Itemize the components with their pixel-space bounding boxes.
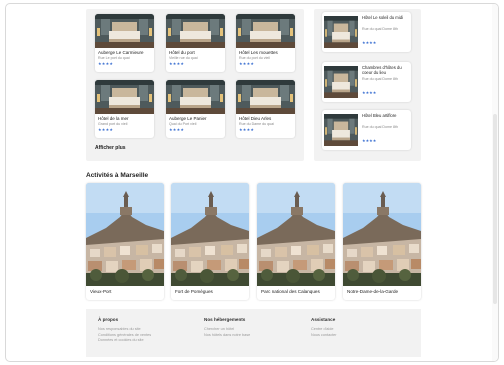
hotel-name: Hôtel du port [169, 50, 195, 55]
hotel-card[interactable]: Hôtel Dieu Arles Rue du Dame du quai ★★★… [236, 80, 295, 138]
hotel-name: Hôtel de la mer [98, 116, 129, 121]
hotel-card[interactable]: Hôtel du port Vieille rue du quai ★★★★ [166, 14, 225, 72]
activity-card[interactable]: Parc national des Calanques [257, 183, 335, 300]
hotel-rating-stars: ★★★★ [98, 61, 114, 66]
activity-card[interactable]: Vieux-Port [86, 183, 164, 300]
hotel-rating-stars: ★★★★ [362, 138, 377, 143]
footer-link[interactable]: Données et cookies du site [98, 338, 151, 344]
hotel-photo [166, 80, 225, 114]
hotel-card[interactable]: Auberge Le Panier Quai du Port vieil ★★★… [166, 80, 225, 138]
hotel-name: Hôtel Les mouettes [239, 50, 278, 55]
hotel-photo [324, 114, 358, 146]
hotel-photo [95, 80, 154, 114]
scrollbar[interactable] [492, 4, 498, 361]
hotel-address: Quai du Port vieil [169, 122, 197, 126]
hotel-address: Grand port du vieil [98, 122, 128, 126]
hotel-photo [236, 80, 295, 114]
hotel-name: Chambres d'hôtes du coeur du lieu [362, 65, 402, 75]
footer-column-lodging: Nos hébergements Chercher un hôtel Nos h… [204, 317, 250, 338]
footer-column-about: À propos Nos responsables du site Condit… [98, 317, 151, 344]
hotel-address: Vieille rue du quai [169, 56, 198, 60]
hotel-photo [324, 66, 358, 98]
hotel-address: Rue du quai Dome 8th [362, 125, 398, 129]
hotel-name: Hôtel Le soleil du midi [362, 15, 403, 20]
footer-heading: Nos hébergements [204, 317, 246, 322]
hotel-rating-stars: ★★★★ [239, 61, 255, 66]
hotel-photo [95, 14, 154, 48]
hotel-rating-stars: ★★★★ [169, 127, 185, 132]
hotel-name: Hôtel Dieu Arles [239, 116, 272, 121]
footer-link[interactable]: Centre d'aide [311, 327, 337, 333]
hotel-rating-stars: ★★★★ [98, 127, 114, 132]
show-more-link[interactable]: Afficher plus [95, 145, 126, 151]
activity-photo [86, 183, 164, 286]
hotel-card[interactable]: Hôtel Les mouettes Rue du port du vieil … [236, 14, 295, 72]
activity-label: Notre-Dame-de-la-Garde [347, 289, 399, 294]
hotel-card[interactable]: Hôtel de la mer Grand port du vieil ★★★★ [95, 80, 154, 138]
hotel-address: Rue du quai Dome 8th [362, 27, 398, 31]
activity-photo [343, 183, 421, 286]
hotel-rating-stars: ★★★★ [169, 61, 185, 66]
footer-link[interactable]: Nous contacter [311, 333, 337, 339]
activity-photo [171, 183, 249, 286]
hotel-name: Auberge Le Panier [169, 116, 207, 121]
browser-frame: Auberge Le Carmieure Rue Le port du quai… [5, 3, 499, 362]
activity-label: Vieux-Port [90, 289, 112, 294]
hotel-address: Rue Le port du quai [98, 56, 130, 60]
hotel-rating-stars: ★★★★ [362, 40, 377, 45]
footer-heading: Assistance [311, 317, 336, 322]
hotel-rating-stars: ★★★★ [239, 127, 255, 132]
scrollbar-thumb[interactable] [493, 114, 497, 304]
activity-label: Fort de Pomègues [175, 289, 213, 294]
activities-heading: Activités à Marseille [86, 172, 149, 179]
activity-label: Parc national des Calanques [261, 289, 320, 294]
hotel-rating-stars: ★★★★ [362, 90, 377, 95]
footer-link[interactable]: Nos hôtels dans notre base [204, 333, 250, 339]
hotel-photo [166, 14, 225, 48]
activity-card[interactable]: Fort de Pomègues [171, 183, 249, 300]
activity-photo [257, 183, 335, 286]
side-hotel-card[interactable]: Hôtel Bleu artiflore Rue du quai Dome 8t… [322, 110, 411, 150]
hotel-name: Hôtel Bleu artiflore [362, 113, 397, 118]
side-hotel-card[interactable]: Hôtel Le soleil du midi Rue du quai Dome… [322, 12, 411, 52]
hotel-address: Rue du Dame du quai [239, 122, 274, 126]
hotel-address: Rue du quai Dome 8th [362, 77, 398, 81]
footer-column-help: Assistance Centre d'aide Nous contacter [311, 317, 337, 338]
hotel-photo [236, 14, 295, 48]
hotel-photo [324, 16, 358, 48]
side-hotel-card[interactable]: Chambres d'hôtes du coeur du lieu Rue du… [322, 62, 411, 102]
hotel-card[interactable]: Auberge Le Carmieure Rue Le port du quai… [95, 14, 154, 72]
footer-heading: À propos [98, 317, 119, 322]
activity-card[interactable]: Notre-Dame-de-la-Garde [343, 183, 421, 300]
hotel-address: Rue du port du vieil [239, 56, 270, 60]
site-footer: À propos Nos responsables du site Condit… [86, 309, 421, 357]
hotel-name: Auberge Le Carmieure [98, 50, 144, 55]
